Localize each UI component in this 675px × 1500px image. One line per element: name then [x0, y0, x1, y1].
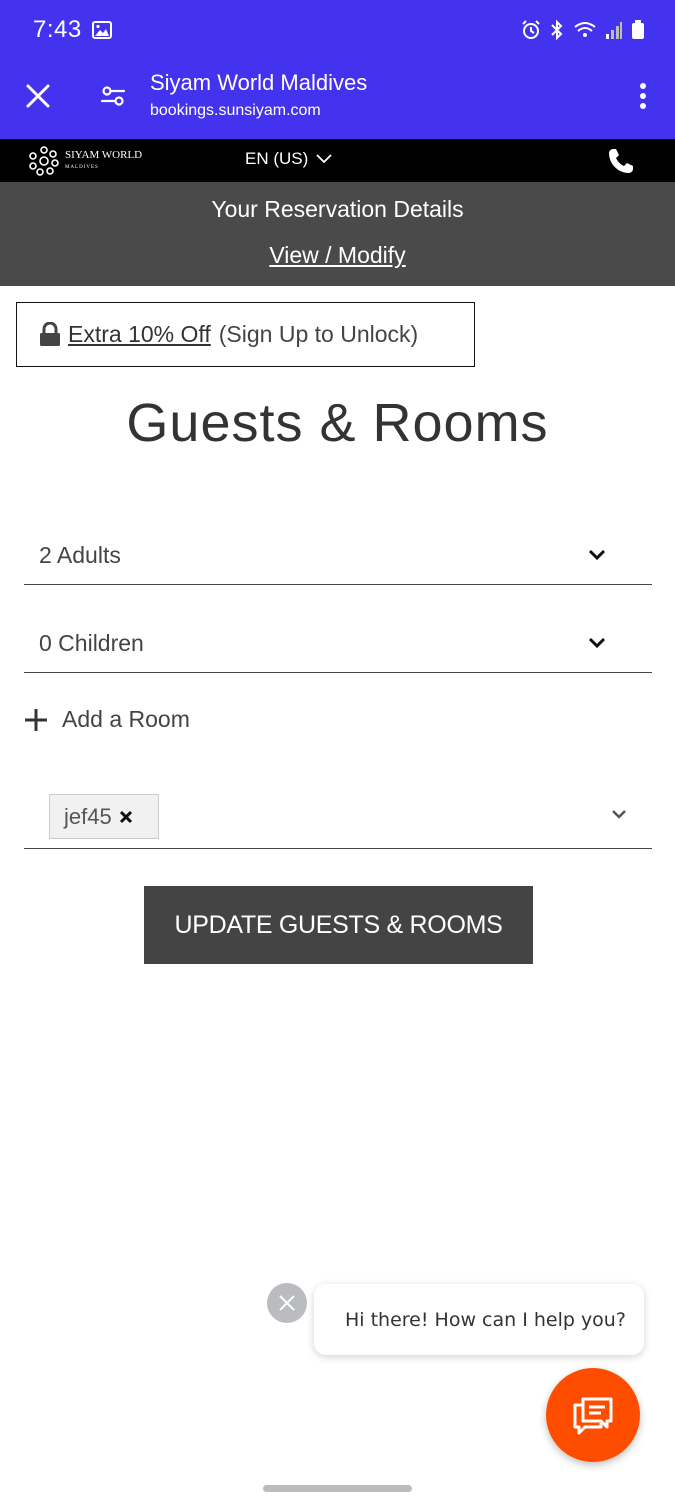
- chat-launcher-button[interactable]: [546, 1368, 640, 1462]
- chevron-down-icon: [588, 637, 606, 649]
- home-indicator[interactable]: [263, 1485, 412, 1492]
- page-url[interactable]: bookings.sunsiyam.com: [150, 102, 321, 120]
- wifi-icon: [574, 22, 596, 37]
- chevron-down-icon: [588, 549, 606, 561]
- brand-subtitle: MALDIVES: [65, 164, 99, 170]
- close-icon[interactable]: [22, 80, 54, 112]
- promo-code-tag: jef45: [49, 794, 159, 839]
- brand-name: SIYAM WORLD MALDIVES: [65, 148, 143, 173]
- page-heading: Guests & Rooms: [126, 393, 549, 453]
- status-bar: 7:43: [0, 0, 675, 62]
- remove-tag-icon[interactable]: [118, 809, 134, 825]
- view-modify-link[interactable]: View / Modify: [269, 242, 405, 268]
- add-room-label: Add a Room: [62, 706, 190, 732]
- member-offer-box: Extra 10% Off (Sign Up to Unlock): [16, 302, 475, 367]
- offer-note: (Sign Up to Unlock): [218, 321, 419, 347]
- adults-select[interactable]: 2 Adults: [24, 527, 652, 585]
- chat-dismiss-button[interactable]: [267, 1283, 307, 1323]
- site-logo[interactable]: SIYAM WORLD MALDIVES: [28, 145, 142, 177]
- gallery-notification-icon: [92, 21, 112, 39]
- site-settings-icon[interactable]: [98, 81, 128, 111]
- siyam-logo-icon: [29, 146, 59, 176]
- battery-icon: [632, 20, 644, 39]
- more-options-icon[interactable]: [637, 80, 649, 112]
- phone-icon[interactable]: [607, 147, 635, 175]
- system-icons: [521, 20, 645, 40]
- children-select[interactable]: 0 Children: [24, 615, 652, 673]
- reservation-title: Your Reservation Details: [211, 196, 464, 222]
- site-header: SIYAM WORLD MALDIVES EN (US): [0, 139, 675, 182]
- chevron-down-icon: [316, 154, 332, 164]
- offer-link[interactable]: Extra 10% Off: [68, 321, 211, 348]
- plus-icon: [25, 708, 47, 731]
- adults-value: 2 Adults: [39, 542, 121, 568]
- promo-code-select[interactable]: jef45: [24, 786, 652, 849]
- close-icon: [279, 1295, 295, 1311]
- chat-icon: [573, 1397, 613, 1435]
- reservation-bar: Your Reservation Details View / Modify: [0, 182, 675, 286]
- bluetooth-icon: [551, 20, 563, 40]
- browser-toolbar: Siyam World Maldives bookings.sunsiyam.c…: [0, 62, 675, 139]
- signal-icon: [606, 22, 622, 39]
- chat-greeting-bubble[interactable]: Hi there! How can I help you?: [314, 1284, 644, 1355]
- language-selector[interactable]: EN (US): [245, 149, 332, 169]
- view-modify-wrapper: View / Modify: [0, 242, 675, 269]
- alarm-icon: [522, 20, 540, 39]
- brand-title: SIYAM WORLD: [65, 148, 143, 161]
- update-guests-rooms-button[interactable]: UPDATE GUESTS & ROOMS: [144, 886, 533, 964]
- lock-icon: [40, 322, 60, 346]
- page-title: Siyam World Maldives: [150, 70, 368, 95]
- chat-greeting-text: Hi there! How can I help you?: [345, 1308, 626, 1331]
- language-label: EN (US): [245, 149, 309, 168]
- chevron-down-icon: [612, 810, 626, 819]
- promo-code-value: jef45: [64, 803, 112, 829]
- add-room-button[interactable]: Add a Room: [24, 706, 190, 733]
- children-value: 0 Children: [39, 630, 144, 656]
- status-time: 7:43: [33, 16, 82, 43]
